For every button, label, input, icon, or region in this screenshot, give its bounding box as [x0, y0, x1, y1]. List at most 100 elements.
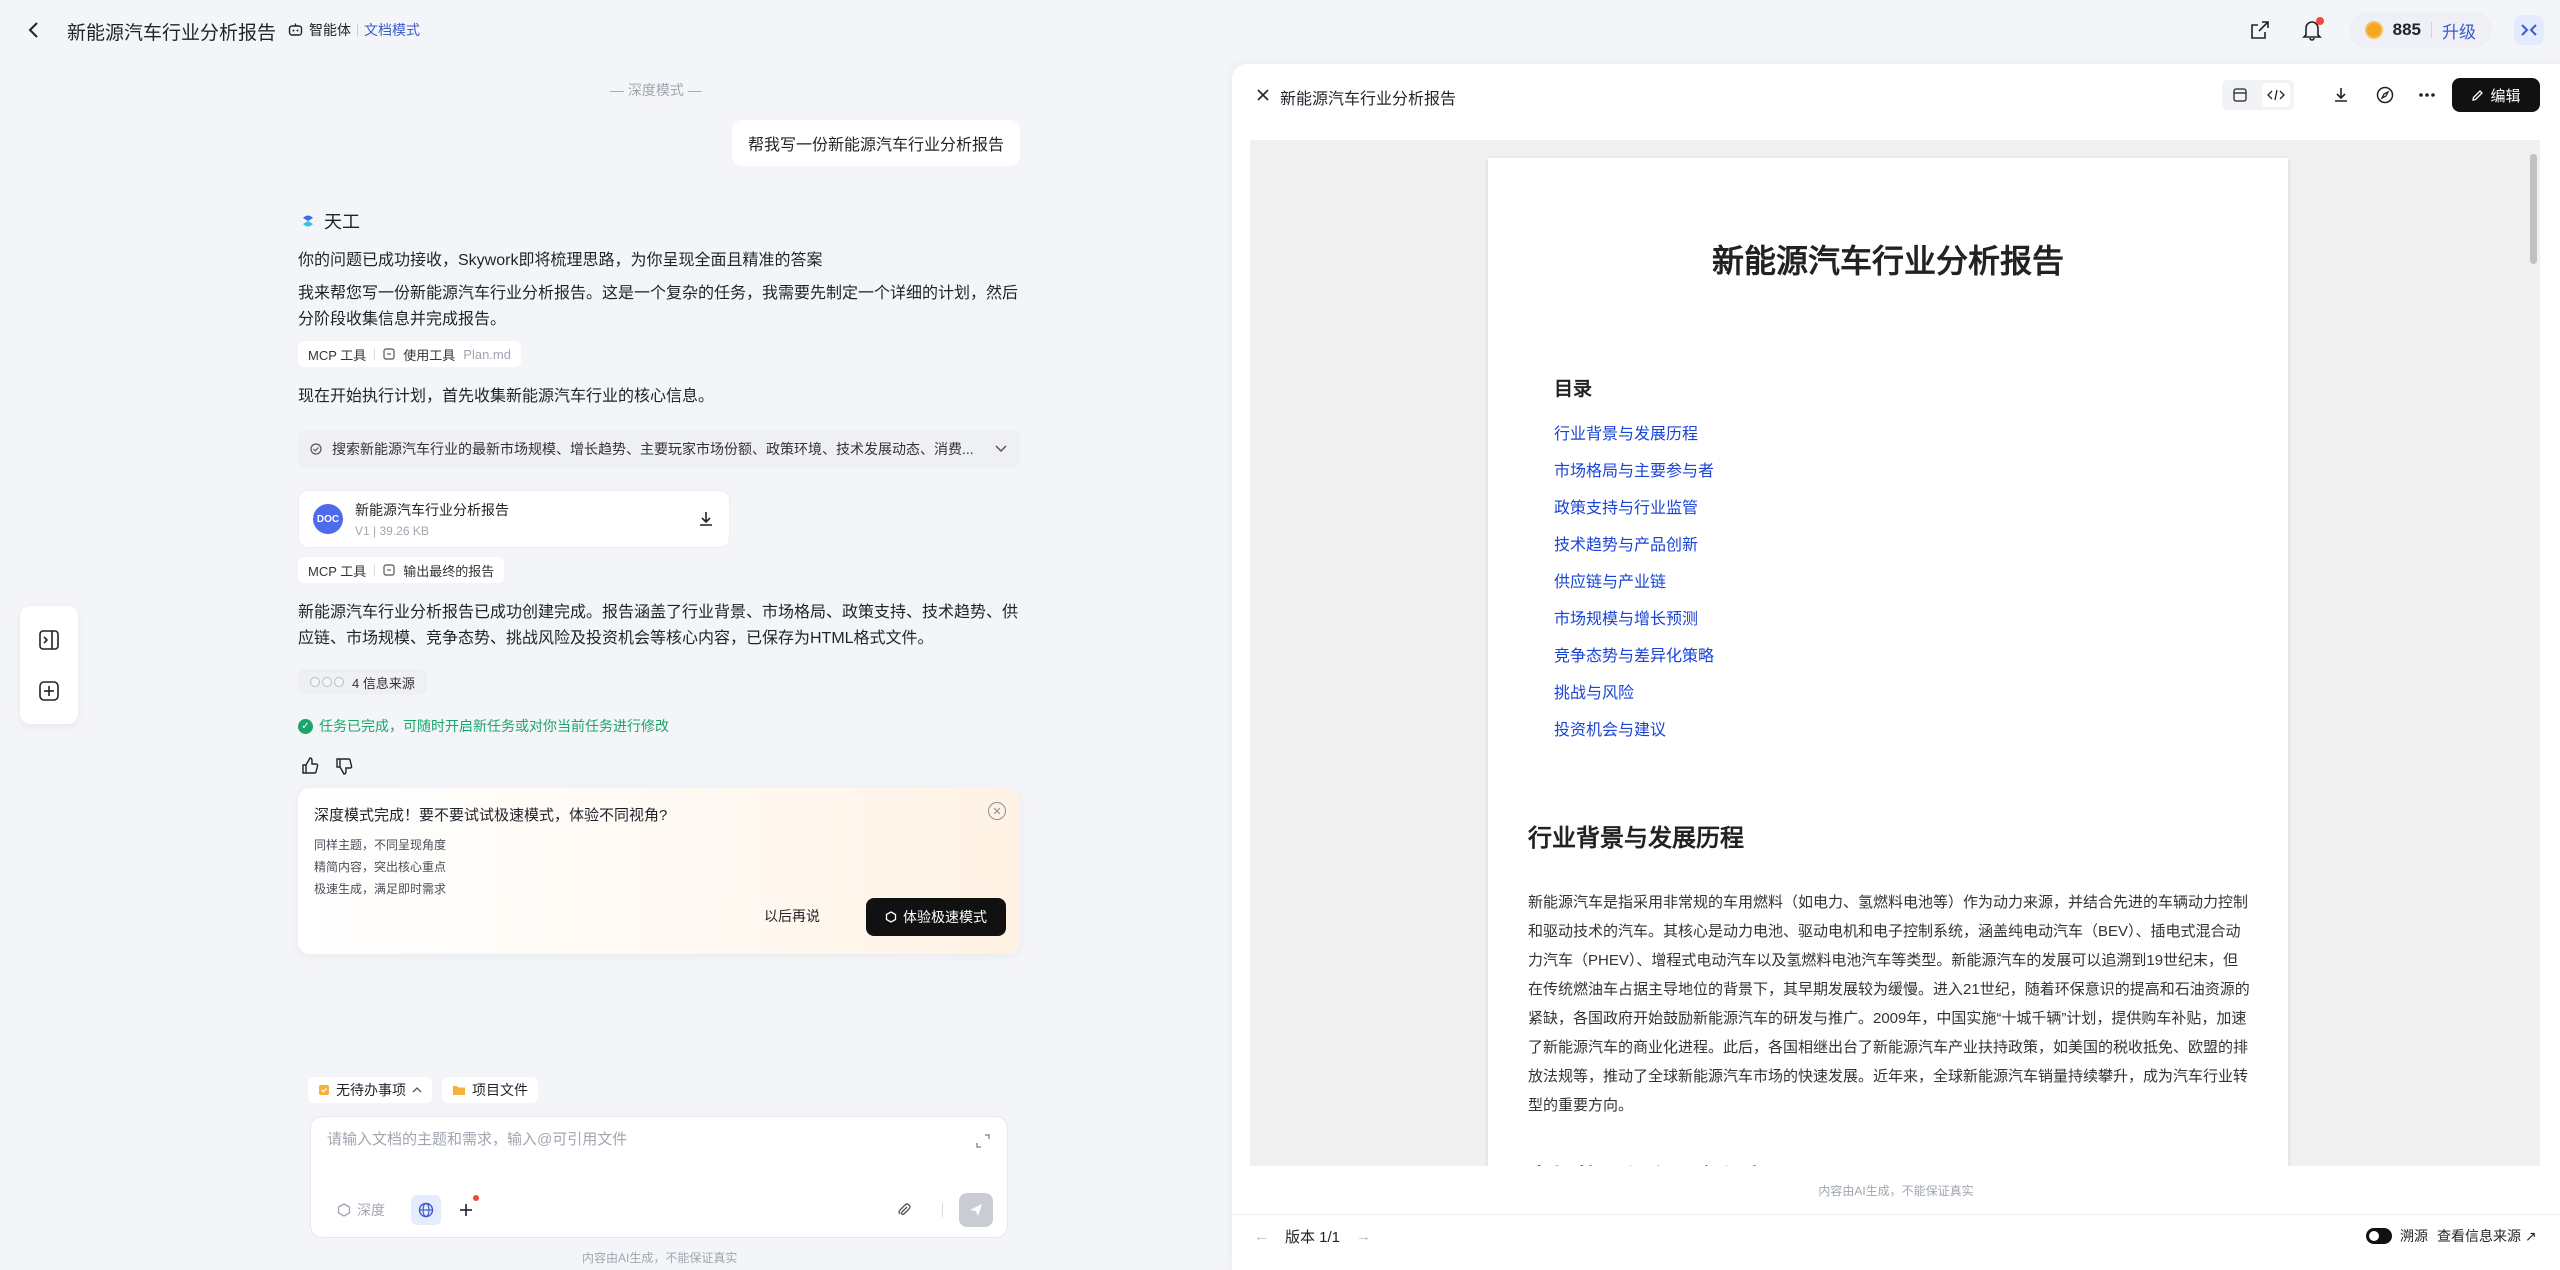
- toc-link[interactable]: 政策支持与行业监管: [1554, 494, 1714, 531]
- toc-link[interactable]: 行业背景与发展历程: [1554, 420, 1714, 457]
- attach-button[interactable]: [891, 1197, 917, 1223]
- expand-icon[interactable]: [975, 1133, 991, 1149]
- panel-title: 新能源汽车行业分析报告: [1280, 91, 1457, 108]
- toc-link[interactable]: 市场格局与主要参与者: [1554, 457, 1714, 494]
- panel-ai-disclaimer: 内容由AI生成，不能保证真实: [1818, 1184, 1974, 1198]
- section-body: 新能源汽车是指采用非常规的车用燃料（如电力、氢燃料电池等）作为动力来源，并结合先…: [1528, 894, 2250, 1114]
- add-button[interactable]: [451, 1195, 481, 1225]
- section-heading-next: 市场格局与主要参与者: [1528, 1158, 1768, 1166]
- agent-label: 智能体: [309, 22, 351, 38]
- view-mode-toggle: [2222, 80, 2294, 110]
- thumbs-down-icon[interactable]: [334, 756, 354, 776]
- document-viewer[interactable]: 新能源汽车行业分析报告 目录 行业背景与发展历程 市场格局与主要参与者 政策支持…: [1250, 140, 2540, 1166]
- toc-link[interactable]: 竞争态势与差异化策略: [1554, 642, 1714, 679]
- page-title: 新能源汽车行业分析报告: [67, 23, 277, 44]
- bot-name: 天工: [324, 212, 360, 232]
- close-icon: ✕: [992, 805, 1002, 818]
- send-button[interactable]: [959, 1193, 993, 1227]
- credits-pill[interactable]: 885 升级: [2348, 12, 2492, 48]
- back-arrow-icon: [28, 22, 38, 38]
- pencil-icon: [2472, 89, 2484, 101]
- todo-icon: [319, 1085, 329, 1095]
- chevron-down-icon: [995, 445, 1007, 453]
- document-card[interactable]: DOC 新能源汽车行业分析报告 V1 | 39.26 KB: [298, 490, 730, 548]
- panel-footer-divider: [1232, 1214, 2560, 1215]
- try-label: 体验极速模式: [903, 909, 987, 925]
- upgrade-link[interactable]: 升级: [2442, 18, 2476, 43]
- thumbs-up-icon[interactable]: [300, 756, 320, 776]
- promo-line-3: 极速生成，满足即时需求: [314, 882, 447, 896]
- project-files-chip[interactable]: 项目文件: [442, 1077, 538, 1103]
- trace-toggle[interactable]: [2366, 1228, 2392, 1244]
- globe-icon: [418, 1202, 434, 1218]
- try-speed-mode-button[interactable]: 体验极速模式: [866, 898, 1006, 936]
- web-search-toggle[interactable]: [411, 1195, 441, 1225]
- tool-usage-tag: MCP 工具 使用工具 Plan.md: [298, 341, 521, 367]
- add-square-icon: [39, 680, 59, 701]
- notification-dot: [2315, 17, 2324, 25]
- bot-header: 天工: [300, 208, 360, 234]
- hexagon-outline-icon: [337, 1203, 351, 1217]
- promo-close-button[interactable]: ✕: [988, 802, 1006, 820]
- project-files-label: 项目文件: [472, 1082, 528, 1098]
- later-button[interactable]: 以后再说: [764, 906, 820, 926]
- notification-button[interactable]: [2297, 15, 2327, 45]
- promo-title: 深度模式完成！要不要试试极速模式，体验不同视角?: [314, 807, 668, 824]
- trace-label: 溯源: [2400, 1228, 2428, 1244]
- share-button[interactable]: [2245, 15, 2275, 45]
- composer-divider: [942, 1203, 943, 1217]
- viewer-scrollbar[interactable]: [2526, 140, 2540, 1166]
- toc-link[interactable]: 挑战与风险: [1554, 679, 1714, 716]
- sources-count: 4 信息来源: [352, 675, 415, 691]
- tool-icon-2: [383, 564, 395, 576]
- toc-link[interactable]: 市场规模与增长预测: [1554, 605, 1714, 642]
- paperclip-icon: [898, 1203, 911, 1216]
- skywork-logo-icon: [303, 215, 313, 227]
- top-bar: 新能源汽车行业分析报告 智能体 文档模式 885 升级: [0, 0, 2560, 60]
- new-task-button[interactable]: [34, 676, 64, 706]
- sources-button[interactable]: 4 信息来源: [298, 669, 427, 695]
- message-input[interactable]: [327, 1131, 947, 1148]
- version-label: 版本 1/1: [1285, 1229, 1341, 1246]
- view-sources-link[interactable]: 查看信息来源 ↗: [2437, 1226, 2537, 1246]
- explore-button[interactable]: [2372, 82, 2398, 108]
- source-avatars: [310, 677, 344, 687]
- toc-link[interactable]: 技术趋势与产品创新: [1554, 531, 1714, 568]
- workspace-button[interactable]: [2514, 15, 2544, 45]
- scrollbar-thumb[interactable]: [2530, 154, 2537, 264]
- chip-divider: [357, 24, 358, 36]
- bot-message-done: 新能源汽车行业分析报告已成功创建完成。报告涵盖了行业背景、市场格局、政策支持、技…: [298, 604, 1019, 647]
- coin-icon: [2364, 21, 2383, 39]
- credits-divider: [2431, 22, 2432, 38]
- toc-link[interactable]: 供应链与产业链: [1554, 568, 1714, 605]
- todo-chip[interactable]: 无待办事项: [308, 1077, 432, 1103]
- more-button[interactable]: [2414, 82, 2440, 108]
- agent-mode-chip[interactable]: 智能体 文档模式: [288, 20, 420, 40]
- panel-close-button[interactable]: [1252, 84, 1274, 106]
- code-icon: [2267, 89, 2285, 101]
- prev-version-arrow-icon[interactable]: ←: [1254, 1228, 1269, 1245]
- toc-heading: 目录: [1554, 379, 1593, 400]
- toc-link[interactable]: 投资机会与建议: [1554, 716, 1714, 753]
- tag-divider-2: [374, 564, 376, 576]
- section-heading: 行业背景与发展历程: [1528, 825, 1744, 852]
- edit-label: 编辑: [2490, 87, 2521, 105]
- download-icon[interactable]: [697, 510, 715, 528]
- panel-download-button[interactable]: [2328, 82, 2354, 108]
- folder-icon: [453, 1086, 465, 1095]
- back-button[interactable]: [20, 16, 48, 44]
- side-toolbar: [20, 606, 78, 724]
- expand-sidebar-button[interactable]: [34, 625, 64, 655]
- next-version-arrow-icon[interactable]: →: [1356, 1228, 1371, 1245]
- tag-divider: [374, 348, 376, 360]
- search-step[interactable]: 搜索新能源汽车行业的最新市场规模、增长趋势、主要玩家市场份额、政策环境、技术发展…: [298, 430, 1020, 468]
- code-view-button[interactable]: [2262, 83, 2290, 107]
- doc-size: 39.26 KB: [379, 524, 429, 538]
- deep-mode-toggle[interactable]: 深度: [327, 1195, 395, 1225]
- plan-file-label[interactable]: Plan.md: [463, 347, 511, 362]
- speed-mode-promo: 深度模式完成！要不要试试极速模式，体验不同视角? 同样主题，不同呈现角度 精简内…: [298, 788, 1020, 954]
- preview-view-button[interactable]: [2226, 83, 2254, 107]
- edit-button[interactable]: 编辑: [2452, 78, 2540, 112]
- feedback-row: [300, 756, 354, 776]
- doc-info: 新能源汽车行业分析报告 V1 | 39.26 KB: [355, 500, 685, 538]
